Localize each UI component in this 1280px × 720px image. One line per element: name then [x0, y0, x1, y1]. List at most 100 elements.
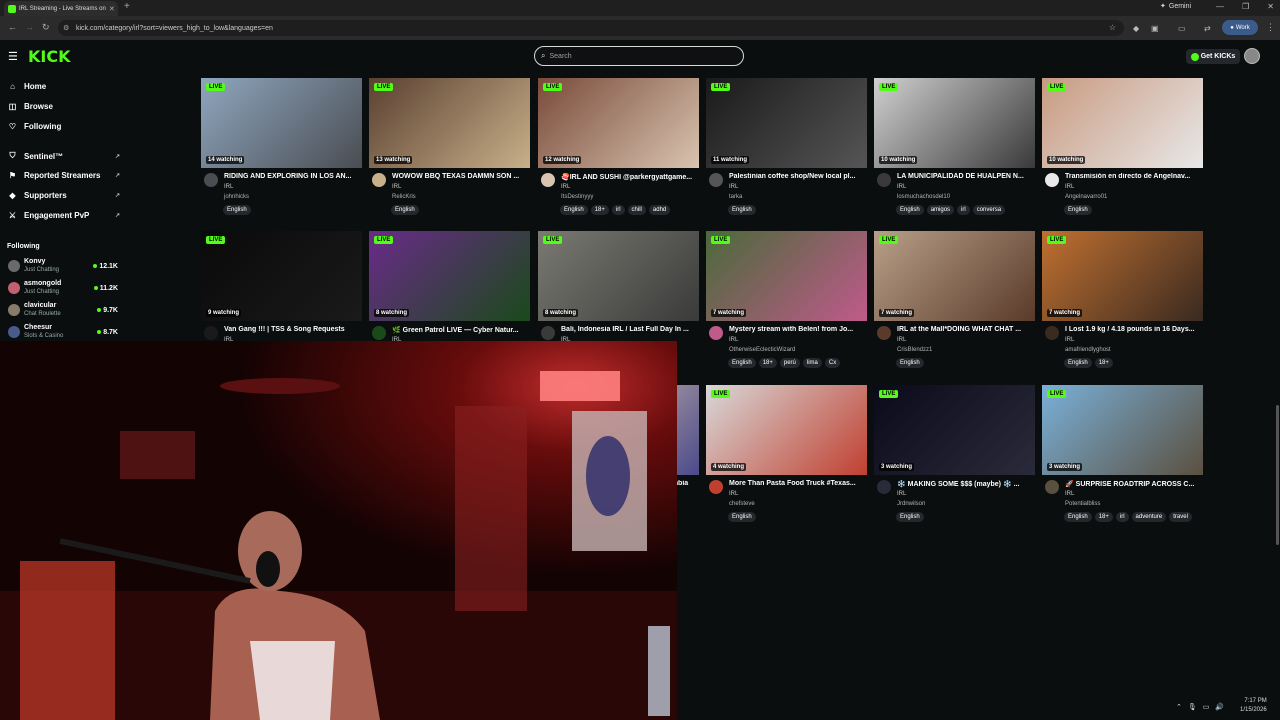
tag-chip[interactable]: English: [896, 358, 924, 368]
stream-category[interactable]: IRL: [561, 184, 570, 190]
stream-category[interactable]: IRL: [897, 184, 906, 190]
maximize-button[interactable]: ❐: [1242, 2, 1249, 11]
streamer-name[interactable]: OtherwiseEclecticWizard: [729, 347, 795, 353]
stream-thumbnail[interactable]: LIVE 14 watching: [201, 78, 362, 168]
tag-chip[interactable]: English: [728, 512, 756, 522]
cast-icon[interactable]: ▭: [1178, 24, 1186, 33]
tag-chip[interactable]: 18+: [758, 358, 777, 368]
taskbar-clock[interactable]: 7:17 PM 1/15/2026: [1240, 697, 1267, 715]
search-input[interactable]: ⌕ Search: [534, 46, 744, 66]
stream-thumbnail[interactable]: LIVE 12 watching: [538, 78, 699, 168]
streamer-name[interactable]: johnhicks: [224, 194, 249, 200]
avatar[interactable]: [1045, 173, 1059, 187]
streamer-name[interactable]: RelicKris: [392, 194, 416, 200]
stream-category[interactable]: IRL: [1065, 337, 1074, 343]
tag-chip[interactable]: English: [896, 205, 924, 215]
avatar[interactable]: [372, 326, 386, 340]
avatar[interactable]: [877, 480, 891, 494]
user-avatar[interactable]: [1244, 48, 1260, 64]
stream-card[interactable]: LIVE 11 watching Palestinian coffee shop/N…: [706, 78, 867, 224]
avatar[interactable]: [709, 173, 723, 187]
page-scrollbar[interactable]: [1276, 405, 1279, 545]
volume-icon[interactable]: 🔊: [1215, 703, 1224, 711]
puzzle-extensions-icon[interactable]: ▣: [1151, 24, 1159, 33]
sidebar-item-engagement-pvp[interactable]: ⚔ Engagement PvP ↗: [8, 211, 120, 220]
tag-chip[interactable]: Cx: [824, 358, 841, 368]
stream-card[interactable]: LIVE 12 watching 🍣IRL AND SUSHI @parkergya…: [538, 78, 699, 224]
avatar[interactable]: [877, 326, 891, 340]
avatar[interactable]: [204, 326, 218, 340]
streamer-name[interactable]: tarka: [729, 194, 742, 200]
avatar[interactable]: [372, 173, 386, 187]
tag-chip[interactable]: irl: [957, 205, 970, 215]
tag-chip[interactable]: travel: [1169, 512, 1192, 522]
tag-chip[interactable]: English: [728, 358, 756, 368]
stream-thumbnail[interactable]: LIVE 7 watching: [1042, 231, 1203, 321]
tag-chip[interactable]: perú: [779, 358, 800, 368]
forward-arrow-icon[interactable]: →: [25, 22, 34, 32]
stream-card[interactable]: LIVE 10 watching LA MUNICIPALIDAD DE HUALP…: [874, 78, 1035, 224]
streamer-name[interactable]: losmuchachosdel10: [897, 194, 950, 200]
new-tab-button[interactable]: +: [124, 1, 130, 12]
tag-chip[interactable]: lima: [802, 358, 822, 368]
stream-title[interactable]: ❄️ MAKING SOME $$$ (maybe) ❄️ ...: [897, 480, 1033, 488]
sidebar-item-browse[interactable]: ◫ Browse: [8, 102, 120, 111]
following-channel[interactable]: asmongold Just Chatting 11.2K: [8, 278, 118, 298]
stream-thumbnail[interactable]: LIVE 4 watching: [706, 385, 867, 475]
close-tab-icon[interactable]: ✕: [109, 5, 115, 13]
stream-title[interactable]: Transmisión en directo de Angelnav...: [1065, 173, 1201, 180]
stream-thumbnail[interactable]: LIVE 8 watching: [369, 231, 530, 321]
kick-logo[interactable]: KICK: [28, 47, 71, 66]
stream-category[interactable]: IRL: [224, 184, 233, 190]
stream-category[interactable]: IRL: [729, 184, 738, 190]
sidebar-item-supporters[interactable]: ◆ Supporters ↗: [8, 191, 120, 200]
display-icon[interactable]: ▭: [1203, 703, 1210, 711]
tag-chip[interactable]: 18+: [1094, 512, 1113, 522]
stream-thumbnail[interactable]: LIVE 3 watching: [874, 385, 1035, 475]
stream-thumbnail[interactable]: LIVE 13 watching: [369, 78, 530, 168]
bookmark-star-icon[interactable]: ☆: [1109, 23, 1116, 32]
stream-category[interactable]: IRL: [1065, 184, 1074, 190]
browser-tab[interactable]: IRL Streaming - Live Streams on ✕: [4, 1, 118, 16]
back-arrow-icon[interactable]: ←: [8, 22, 17, 32]
stream-title[interactable]: I Lost 1.9 kg / 4.18 pounds in 16 Days..…: [1065, 326, 1201, 333]
streamer-name[interactable]: Jrdnwilson: [897, 501, 925, 507]
stream-category[interactable]: IRL: [897, 491, 906, 497]
stream-card[interactable]: LIVE 4 watching More Than Pasta Food Truck…: [706, 385, 867, 531]
stream-category[interactable]: IRL: [729, 337, 738, 343]
tag-chip[interactable]: adhd: [648, 205, 671, 215]
stream-category[interactable]: IRL: [729, 491, 738, 497]
stream-thumbnail[interactable]: LIVE 8 watching: [538, 231, 699, 321]
stream-title[interactable]: Van Gang !!! | TSS & Song Requests: [224, 326, 360, 333]
stream-title[interactable]: 🚀 SURPRISE ROADTRIP ACROSS C...: [1065, 480, 1201, 488]
tag-chip[interactable]: English: [728, 205, 756, 215]
tag-chip[interactable]: English: [223, 205, 251, 215]
profile-switch-icon[interactable]: ⇄: [1204, 24, 1211, 33]
stream-title[interactable]: 🌿 Green Patrol LIVE — Cyber Natur...: [392, 326, 528, 334]
stream-title[interactable]: Mystery stream with Belen! from Jo...: [729, 326, 865, 333]
stream-card[interactable]: LIVE 14 watching RIDING AND EXPLORING IN L…: [201, 78, 362, 224]
stream-title[interactable]: LA MUNICIPALIDAD DE HUALPÉN N...: [897, 173, 1033, 180]
sidebar-item-following[interactable]: ♡ Following: [8, 122, 120, 131]
get-kicks-button[interactable]: Get KICKs: [1186, 49, 1240, 64]
avatar[interactable]: [541, 173, 555, 187]
stream-category[interactable]: IRL: [1065, 491, 1074, 497]
streamer-name[interactable]: Angelnavarro01: [1065, 194, 1107, 200]
streamer-name[interactable]: chefsteve: [729, 501, 755, 507]
reload-icon[interactable]: ↻: [42, 22, 50, 33]
microphone-icon[interactable]: 🎙: [1188, 703, 1197, 711]
stream-thumbnail[interactable]: LIVE 9 watching: [201, 231, 362, 321]
sidebar-item-sentinel[interactable]: ⛉ Sentinel™ ↗: [8, 151, 121, 161]
tag-chip[interactable]: English: [560, 205, 588, 215]
tag-chip[interactable]: chill: [627, 205, 646, 215]
stream-thumbnail[interactable]: LIVE 10 watching: [1042, 78, 1203, 168]
stream-card[interactable]: LIVE 3 watching 🚀 SURPRISE ROADTRIP ACROSS…: [1042, 385, 1203, 531]
stream-thumbnail[interactable]: LIVE 11 watching: [706, 78, 867, 168]
gemini-button[interactable]: ✦ Gemini: [1160, 2, 1191, 11]
close-window-button[interactable]: ✕: [1267, 2, 1274, 11]
stream-category[interactable]: IRL: [392, 184, 401, 190]
tray-chevron-icon[interactable]: ⌃: [1176, 703, 1182, 711]
tag-chip[interactable]: irl: [1115, 512, 1129, 522]
stream-category[interactable]: IRL: [897, 337, 906, 343]
avatar[interactable]: [1045, 480, 1059, 494]
